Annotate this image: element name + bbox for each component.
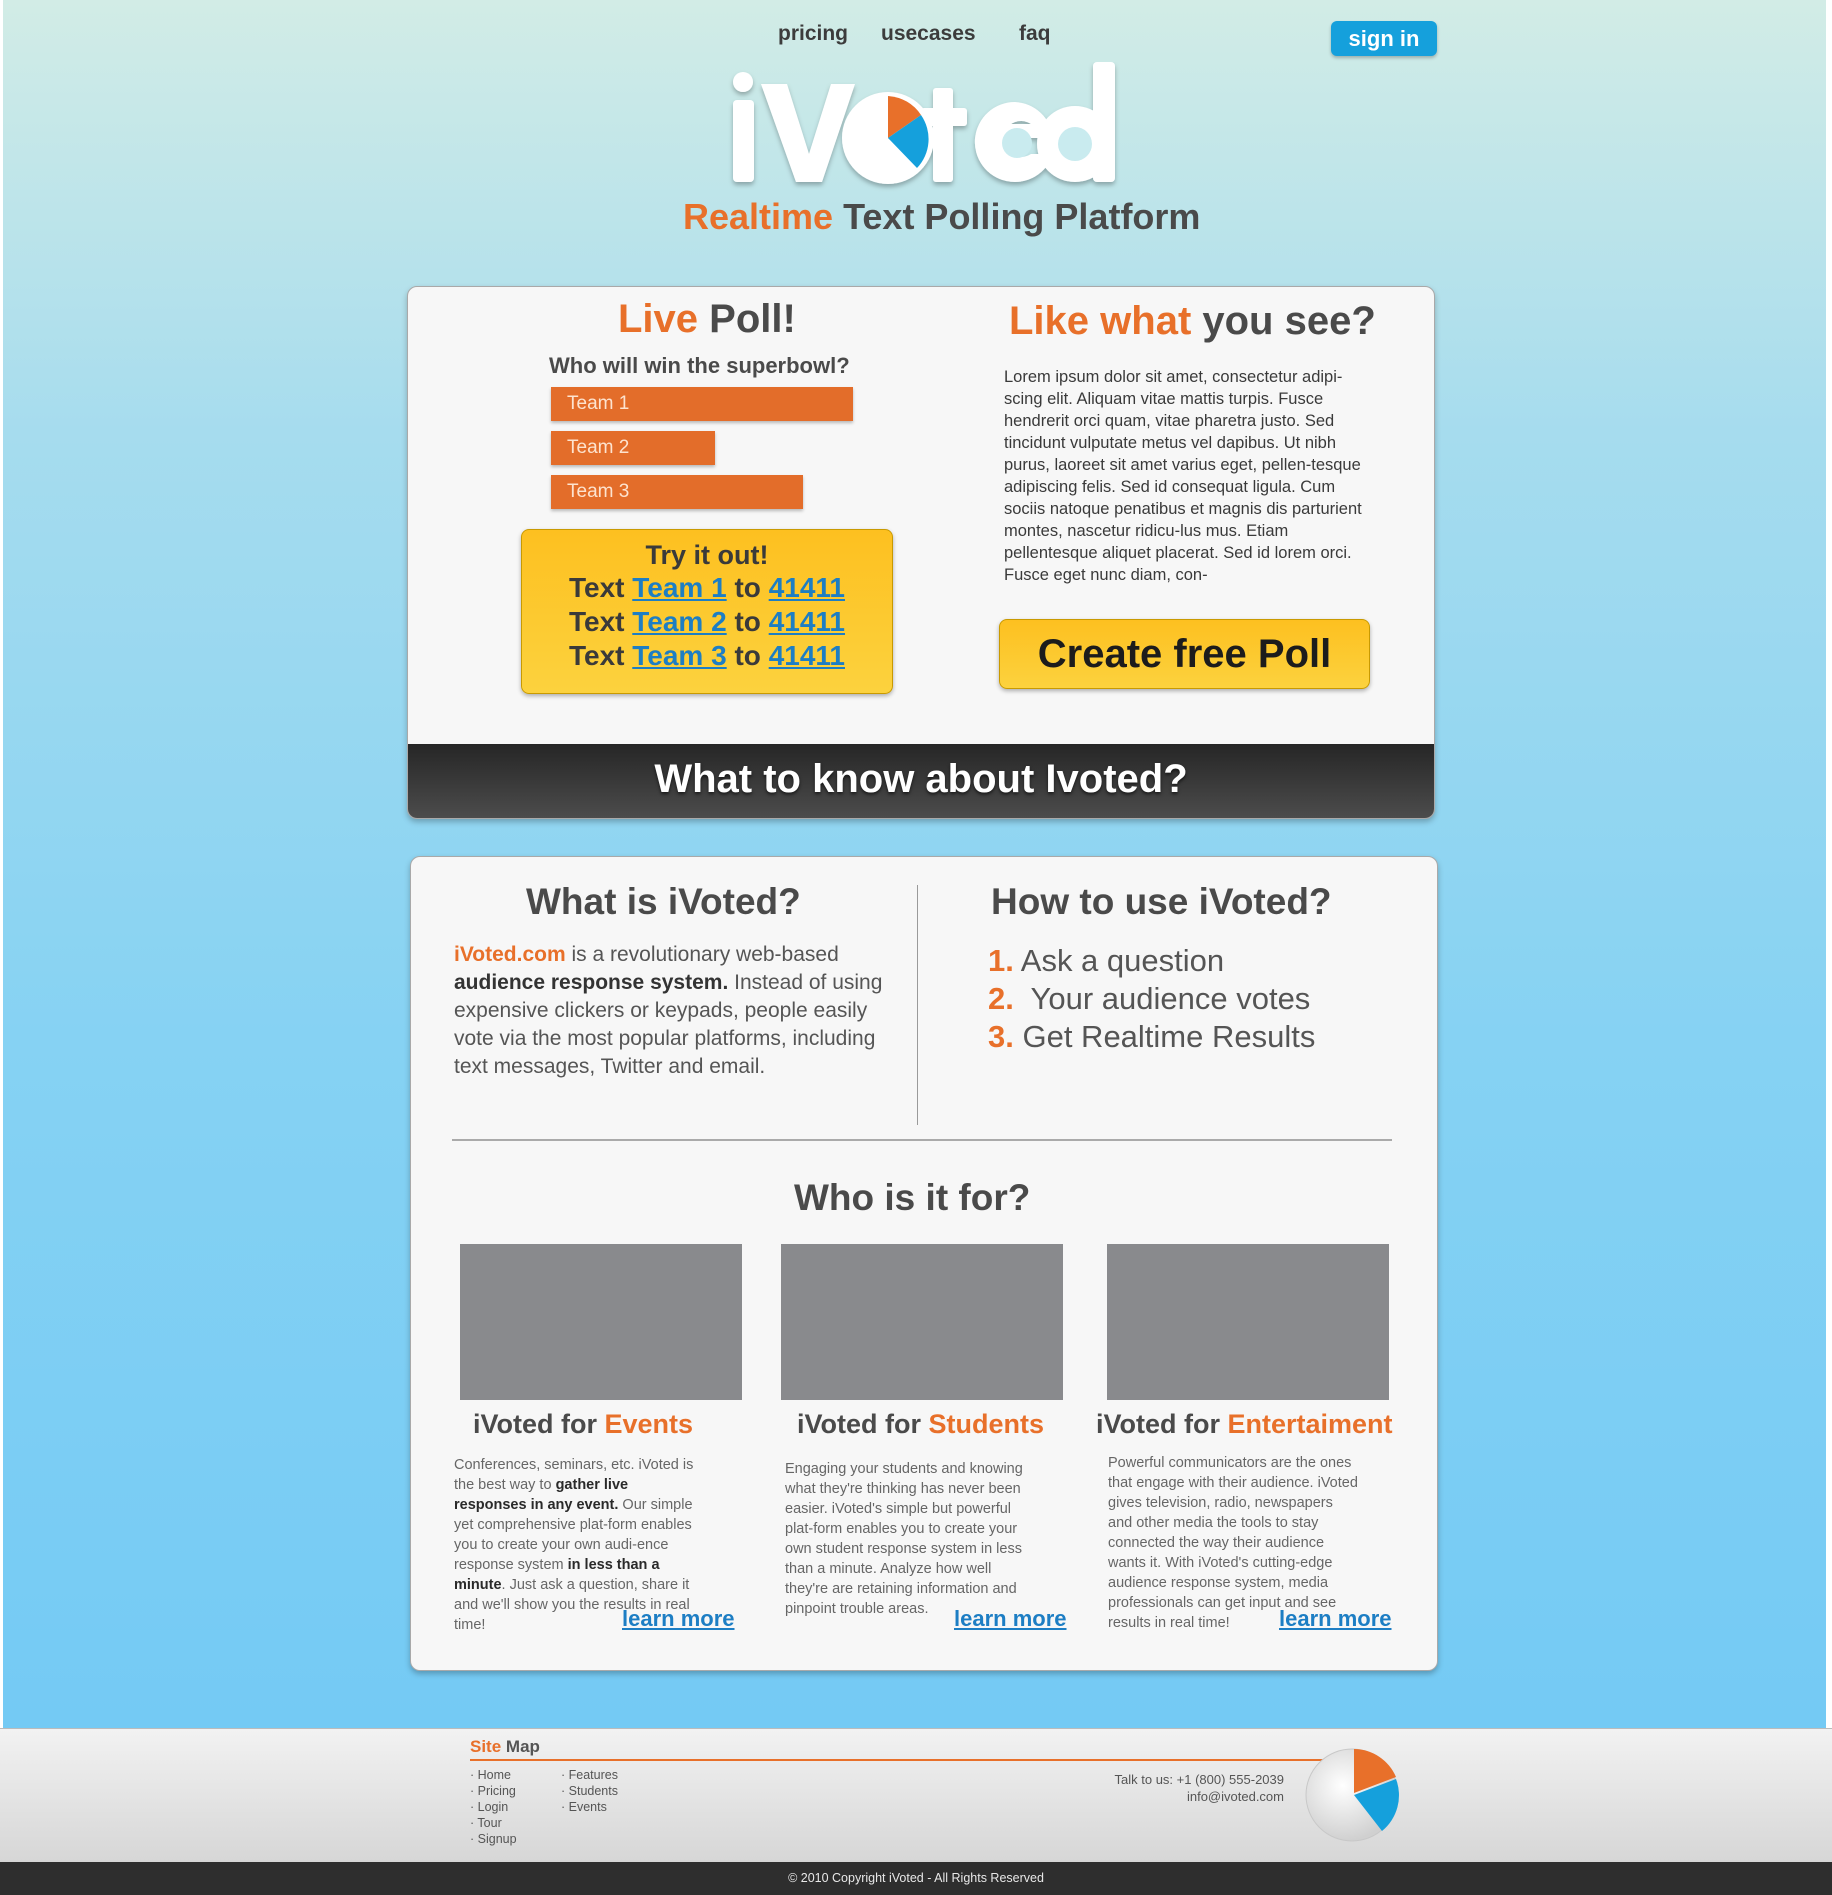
what-is-text: iVoted.com is a revolutionary web-based … bbox=[454, 941, 894, 1081]
who-col-text-2: Engaging your students and knowing what … bbox=[785, 1459, 1035, 1619]
live-poll-title-accent: Live bbox=[618, 297, 699, 341]
try-line-mid: to bbox=[726, 572, 769, 603]
sign-in-button[interactable]: sign in bbox=[1331, 21, 1437, 56]
who-col-title-pre: iVoted for bbox=[797, 1409, 929, 1439]
step-number: 2. bbox=[988, 981, 1014, 1016]
try-it-box: Try it out! Text Team 1 to 41411 Text Tea… bbox=[521, 529, 893, 694]
try-line-mid: to bbox=[726, 640, 769, 671]
step-text: Get Realtime Results bbox=[1013, 1019, 1316, 1054]
try-line-number-link[interactable]: 41411 bbox=[769, 606, 845, 637]
tagline-rest: Text Polling Platform bbox=[833, 196, 1201, 237]
poll-bar-3: Team 3 bbox=[551, 475, 803, 509]
site-map-column-1: · Home · Pricing · Login · Tour · Signup bbox=[470, 1767, 517, 1847]
try-line-team-link[interactable]: Team 1 bbox=[632, 572, 726, 603]
vertical-divider bbox=[917, 885, 918, 1125]
step-number: 1. bbox=[988, 943, 1014, 978]
like-title-accent: Like what bbox=[1009, 299, 1192, 343]
try-line-pre: Text bbox=[568, 606, 633, 637]
how-to-title: How to use iVoted? bbox=[991, 881, 1332, 922]
try-line-team-link[interactable]: Team 3 bbox=[632, 640, 726, 671]
poll-question: Who will win the superbowl? bbox=[549, 353, 850, 378]
try-line-pre: Text bbox=[568, 572, 633, 603]
who-col-title-accent: Events bbox=[604, 1409, 694, 1439]
learn-more-link-2[interactable]: learn more bbox=[954, 1606, 1067, 1632]
nav-faq[interactable]: faq bbox=[1019, 22, 1051, 46]
try-line-number-link[interactable]: 41411 bbox=[769, 640, 845, 671]
who-col-title-pre: iVoted for bbox=[1096, 1409, 1228, 1439]
contact-info: Talk to us: +1 (800) 555-2039 info@ivote… bbox=[1098, 1771, 1284, 1805]
site-map-link[interactable]: · Events bbox=[561, 1799, 618, 1815]
how-step-2: 2. Your audience votes bbox=[988, 980, 1315, 1018]
try-line-pre: Text bbox=[568, 640, 633, 671]
who-col-title-accent: Entertaiment bbox=[1227, 1409, 1393, 1439]
site-map-column-2: · Features · Students · Events bbox=[561, 1767, 618, 1815]
live-poll-panel: Live Poll! Who will win the superbowl? T… bbox=[407, 286, 1435, 819]
site-map-link[interactable]: · Tour bbox=[470, 1815, 517, 1831]
logo-svg bbox=[733, 62, 1115, 184]
who-col-title-3: iVoted for Entertaiment bbox=[1096, 1409, 1393, 1440]
site-map-link[interactable]: · Home bbox=[470, 1767, 517, 1783]
poll-bar-1: Team 1 bbox=[551, 387, 853, 421]
step-text: Your audience votes bbox=[1013, 981, 1311, 1016]
site-map-link[interactable]: · Students bbox=[561, 1783, 618, 1799]
poll-bar-2: Team 2 bbox=[551, 431, 715, 465]
who-col-text-part: Powerful communicators are the ones that… bbox=[1108, 1455, 1358, 1631]
email-address[interactable]: info@ivoted.com bbox=[1098, 1788, 1284, 1805]
like-title: Like what you see? bbox=[1009, 299, 1376, 344]
who-col-title-2: iVoted for Students bbox=[797, 1409, 1044, 1440]
who-col-title-pre: iVoted for bbox=[473, 1409, 605, 1439]
who-col-title-accent: Students bbox=[928, 1409, 1045, 1439]
entertainment-image-placeholder bbox=[1107, 1244, 1389, 1400]
what-is-title: What is iVoted? bbox=[526, 881, 801, 922]
what-is-bold: audience response system. bbox=[454, 971, 729, 994]
who-col-title-1: iVoted for Events bbox=[473, 1409, 693, 1440]
events-image-placeholder bbox=[460, 1244, 742, 1400]
how-step-1: 1. Ask a question bbox=[988, 942, 1315, 980]
ivoted-com-link[interactable]: iVoted.com bbox=[454, 943, 566, 966]
info-panel: What is iVoted? iVoted.com is a revoluti… bbox=[410, 856, 1438, 1671]
tagline-accent: Realtime bbox=[683, 196, 834, 237]
what-is-text-1: is a revolutionary web-based bbox=[565, 943, 839, 966]
try-line-mid: to bbox=[726, 606, 769, 637]
site-map-link[interactable]: · Pricing bbox=[470, 1783, 517, 1799]
step-number: 3. bbox=[988, 1019, 1014, 1054]
like-title-rest: you see? bbox=[1191, 299, 1376, 343]
create-free-poll-button[interactable]: Create free Poll bbox=[999, 619, 1370, 689]
try-it-title: Try it out! bbox=[645, 540, 769, 570]
site-map-title: Site Map bbox=[470, 1737, 540, 1757]
nav-usecases[interactable]: usecases bbox=[881, 22, 976, 46]
try-line-1: Text Team 1 to 41411 bbox=[522, 571, 892, 605]
try-line-3: Text Team 3 to 41411 bbox=[522, 639, 892, 673]
who-is-it-for-title: Who is it for? bbox=[794, 1177, 1031, 1218]
try-it-lines: Text Team 1 to 41411 Text Team 2 to 41411… bbox=[522, 571, 892, 673]
students-image-placeholder bbox=[781, 1244, 1063, 1400]
try-line-number-link[interactable]: 41411 bbox=[769, 572, 845, 603]
tagline: Realtime Text Polling Platform bbox=[683, 196, 1200, 238]
step-text: Ask a question bbox=[1013, 943, 1225, 978]
site-map-rule bbox=[470, 1759, 1330, 1761]
site-map-link[interactable]: · Features bbox=[561, 1767, 618, 1783]
site-map-link[interactable]: · Login bbox=[470, 1799, 517, 1815]
nav-pricing[interactable]: pricing bbox=[778, 22, 848, 46]
learn-more-link-1[interactable]: learn more bbox=[622, 1606, 735, 1632]
footer: Site Map · Home · Pricing · Login · Tour · S… bbox=[0, 1728, 1832, 1863]
site-map-accent: Site bbox=[470, 1737, 502, 1756]
how-step-3: 3. Get Realtime Results bbox=[988, 1018, 1315, 1056]
phone-number: Talk to us: +1 (800) 555-2039 bbox=[1114, 1772, 1284, 1787]
site-map-link[interactable]: · Signup bbox=[470, 1831, 517, 1847]
what-to-know-banner: What to know about Ivoted? bbox=[408, 744, 1434, 818]
try-line-team-link[interactable]: Team 2 bbox=[632, 606, 726, 637]
live-poll-title: Live Poll! bbox=[618, 297, 796, 342]
footer-pie-icon bbox=[1305, 1748, 1399, 1842]
try-line-2: Text Team 2 to 41411 bbox=[522, 605, 892, 639]
site-map-rest: Map bbox=[501, 1737, 540, 1756]
like-body-text: Lorem ipsum dolor sit amet, consectetur … bbox=[1004, 368, 1362, 584]
copyright-bar: © 2010 Copyright iVoted - All Rights Res… bbox=[0, 1862, 1832, 1895]
ivoted-logo[interactable] bbox=[725, 62, 1125, 192]
learn-more-link-3[interactable]: learn more bbox=[1279, 1606, 1392, 1632]
who-col-text-part: Engaging your students and knowing what … bbox=[785, 1461, 1023, 1617]
live-poll-title-rest: Poll! bbox=[698, 297, 796, 341]
horizontal-divider bbox=[452, 1139, 1392, 1141]
how-to-steps: 1. Ask a question 2. Your audience votes 3… bbox=[988, 942, 1315, 1056]
